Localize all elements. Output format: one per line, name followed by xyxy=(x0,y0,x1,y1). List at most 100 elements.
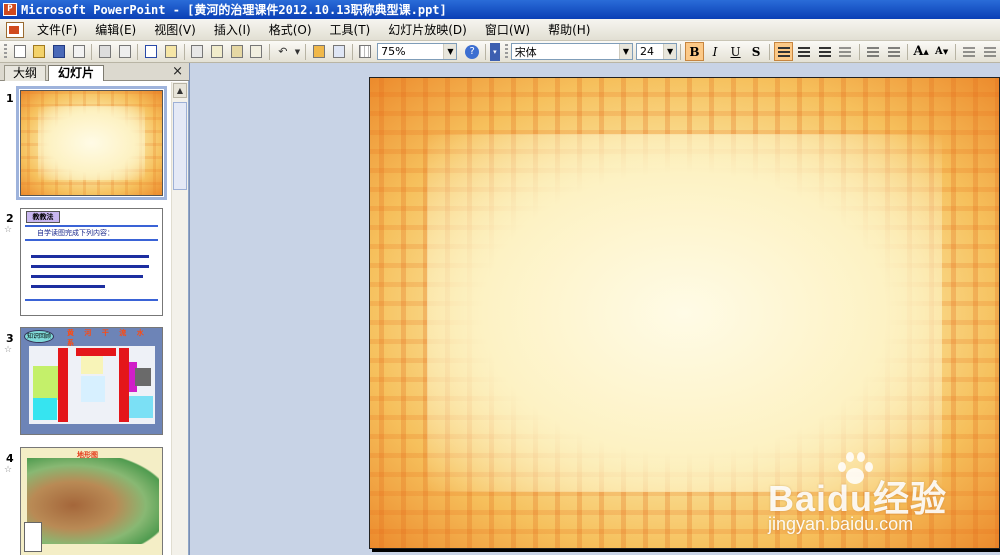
insert-chart-icon[interactable] xyxy=(310,43,328,61)
menu-format[interactable]: 格式(O) xyxy=(260,20,321,40)
toolbar-grip[interactable] xyxy=(4,43,7,60)
menu-window[interactable]: 窗口(W) xyxy=(476,20,539,40)
save-icon[interactable] xyxy=(50,43,68,61)
close-icon[interactable]: × xyxy=(172,64,183,79)
show-grid-icon[interactable] xyxy=(357,43,375,61)
slides-pane: 大纲 幻灯片 × 1 2 ☆ 教教法 自学读图完成下列内容： 3 ☆ 知识回顾 … xyxy=(0,63,189,555)
help-icon[interactable]: ? xyxy=(463,43,481,61)
divider xyxy=(25,299,158,301)
align-right-button[interactable] xyxy=(816,42,835,61)
toolbar-separator xyxy=(351,43,353,60)
copy-icon[interactable] xyxy=(208,43,226,61)
menu-view[interactable]: 视图(V) xyxy=(145,20,205,40)
title-banner xyxy=(119,348,129,422)
toolbar-separator xyxy=(680,43,682,60)
bullets-button[interactable] xyxy=(884,42,903,61)
animation-star-icon[interactable]: ☆ xyxy=(4,225,12,235)
chevron-down-icon[interactable]: ▼ xyxy=(663,44,677,59)
distribute-icon xyxy=(839,46,852,57)
animation-star-icon[interactable]: ☆ xyxy=(4,465,12,475)
increase-font-button[interactable]: A ▲ xyxy=(912,42,931,61)
zoom-value: 75% xyxy=(381,45,406,58)
dropdown-arrow-icon[interactable]: ▼ xyxy=(294,43,302,61)
slide-number: 1 xyxy=(6,92,14,105)
slide-tag: 教教法 xyxy=(26,211,60,223)
toolbar-grip[interactable] xyxy=(504,43,508,60)
align-left-button[interactable] xyxy=(774,42,793,61)
toolbar-options-icon[interactable]: ▾ xyxy=(489,42,500,61)
chevron-down-icon[interactable]: ▼ xyxy=(443,44,457,59)
decrease-font-button[interactable]: A ▼ xyxy=(932,42,951,61)
spelling-icon[interactable] xyxy=(142,43,160,61)
font-size-combo[interactable]: 24 ▼ xyxy=(635,43,678,60)
decrease-font-icon: A xyxy=(935,46,943,57)
menu-file[interactable]: 文件(F) xyxy=(28,20,86,40)
align-center-button[interactable] xyxy=(795,42,814,61)
align-right-icon xyxy=(818,46,831,57)
numbering-icon xyxy=(866,46,879,57)
vertical-scrollbar[interactable]: ▲ xyxy=(171,82,188,555)
toolbar-separator xyxy=(137,43,139,60)
slide-title: 地形图 xyxy=(77,451,98,459)
decrease-indent-icon xyxy=(963,46,976,57)
watermark-url: jingyan.baidu.com xyxy=(768,514,914,534)
title-bar: P Microsoft PowerPoint - [黄河的治理课件2012.10… xyxy=(0,0,1000,19)
powerpoint-app-icon[interactable]: P xyxy=(3,3,17,16)
toolbar-separator xyxy=(485,43,486,60)
menu-edit[interactable]: 编辑(E) xyxy=(86,20,145,40)
format-painter-icon[interactable] xyxy=(247,43,265,61)
slide-heading: 自学读图完成下列内容： xyxy=(37,229,114,237)
toolbar-separator xyxy=(769,43,771,60)
shadow-button[interactable]: S xyxy=(747,42,766,61)
insert-table-icon[interactable] xyxy=(330,43,348,61)
document-icon[interactable] xyxy=(6,21,24,38)
increase-indent-icon xyxy=(983,46,996,57)
chevron-down-icon[interactable]: ▼ xyxy=(618,44,632,59)
map-region xyxy=(81,354,103,374)
new-icon[interactable] xyxy=(11,43,29,61)
text-line xyxy=(31,275,143,278)
scroll-thumb[interactable] xyxy=(173,102,187,190)
underline-button[interactable]: U xyxy=(726,42,745,61)
toolbar-separator xyxy=(91,43,93,60)
font-name-combo[interactable]: 宋体 ▼ xyxy=(510,43,633,60)
menu-tools[interactable]: 工具(T) xyxy=(321,20,380,40)
slide-thumbnail-2[interactable]: 教教法 自学读图完成下列内容： xyxy=(20,208,163,316)
slide-thumbnails: 1 2 ☆ 教教法 自学读图完成下列内容： 3 ☆ 知识回顾 黄 河 干 流 水… xyxy=(0,82,171,555)
menu-help[interactable]: 帮助(H) xyxy=(539,20,599,40)
slide-thumbnail-3[interactable]: 知识回顾 黄 河 干 流 水 系 xyxy=(20,327,163,435)
slide-thumbnail-4[interactable]: 地形图 xyxy=(20,447,163,555)
scroll-up-icon[interactable]: ▲ xyxy=(173,83,187,98)
cut-icon[interactable] xyxy=(189,43,207,61)
slide-bubble: 知识回顾 xyxy=(24,330,54,343)
animation-star-icon[interactable]: ☆ xyxy=(4,345,12,355)
map-image xyxy=(29,346,155,424)
open-icon[interactable] xyxy=(31,43,49,61)
menu-slideshow[interactable]: 幻灯片放映(D) xyxy=(379,20,476,40)
distribute-button[interactable] xyxy=(836,42,855,61)
tab-slides[interactable]: 幻灯片 xyxy=(48,65,104,81)
increase-indent-button[interactable] xyxy=(980,42,999,61)
research-icon[interactable] xyxy=(162,43,180,61)
decrease-indent-button[interactable] xyxy=(960,42,979,61)
undo-icon[interactable]: ↶ xyxy=(274,43,292,61)
tab-outline[interactable]: 大纲 xyxy=(4,65,46,81)
paste-icon[interactable] xyxy=(228,43,246,61)
print-icon[interactable] xyxy=(96,43,114,61)
zoom-combo[interactable]: 75% ▼ xyxy=(377,43,458,60)
map-region xyxy=(33,398,57,420)
italic-button[interactable]: I xyxy=(706,42,725,61)
font-size-value: 24 xyxy=(639,45,654,58)
permission-icon[interactable] xyxy=(70,43,88,61)
menu-insert[interactable]: 插入(I) xyxy=(205,20,260,40)
bold-button[interactable]: B xyxy=(685,42,704,61)
shadow-label: S xyxy=(751,44,761,59)
slide-thumbnail-1[interactable] xyxy=(16,86,167,200)
divider xyxy=(25,239,158,241)
map-region xyxy=(81,376,105,402)
pane-tabs: 大纲 幻灯片 × xyxy=(0,63,189,81)
baidu-watermark: Baidu经验 jingyan.baidu.com xyxy=(768,448,998,544)
numbering-button[interactable] xyxy=(864,42,883,61)
map-legend xyxy=(24,522,42,552)
print-preview-icon[interactable] xyxy=(116,43,134,61)
